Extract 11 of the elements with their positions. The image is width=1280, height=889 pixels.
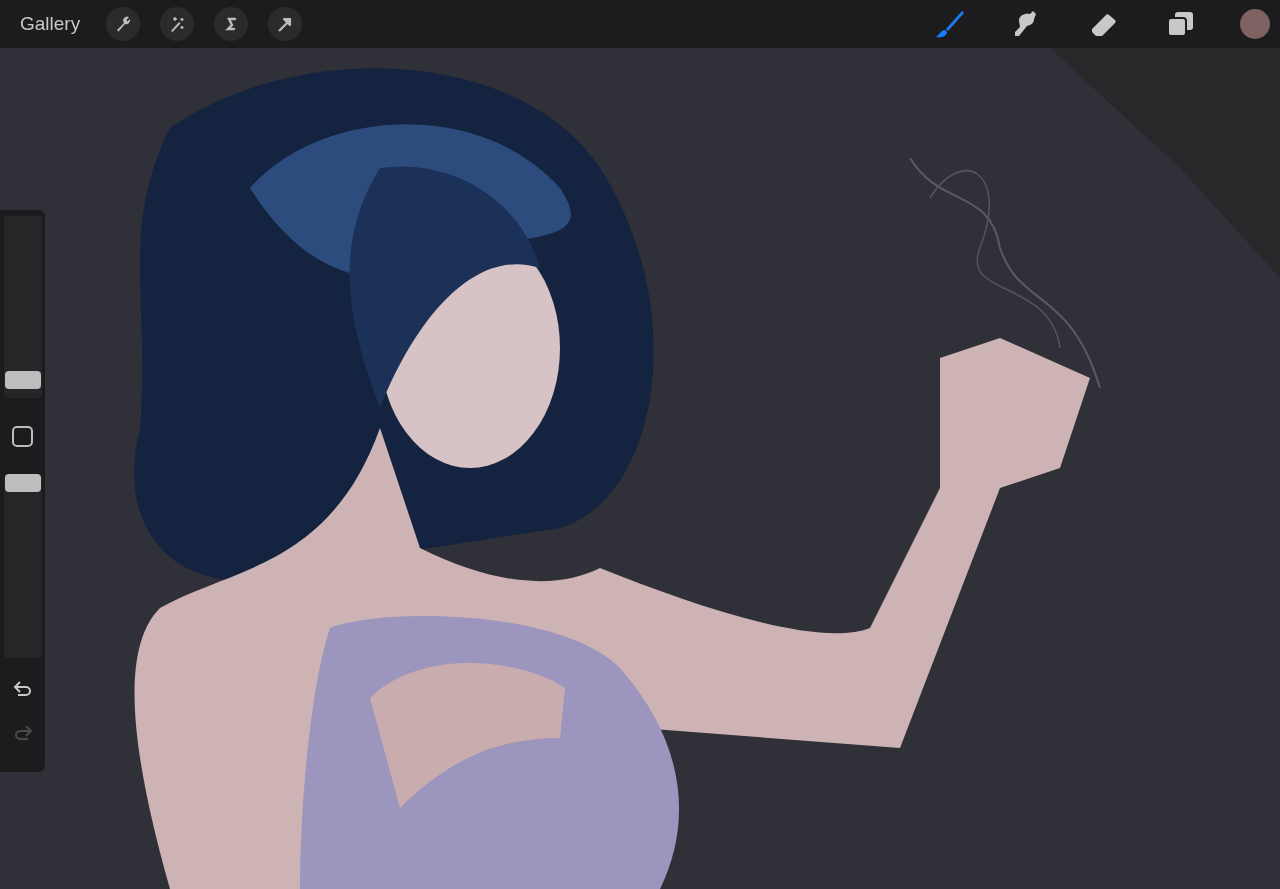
arrow-button[interactable] <box>268 7 303 41</box>
slider-thumb[interactable] <box>4 370 41 389</box>
opacity-slider[interactable] <box>3 474 42 658</box>
brush-size-slider[interactable] <box>3 216 42 398</box>
wrench-button[interactable] <box>106 7 141 41</box>
gallery-button[interactable]: Gallery <box>14 9 87 39</box>
selection-button[interactable] <box>214 7 249 41</box>
magic-wand-button[interactable] <box>160 7 195 41</box>
slider-thumb[interactable] <box>4 474 41 492</box>
modify-button[interactable] <box>10 424 35 448</box>
color-swatch[interactable] <box>1240 9 1270 39</box>
